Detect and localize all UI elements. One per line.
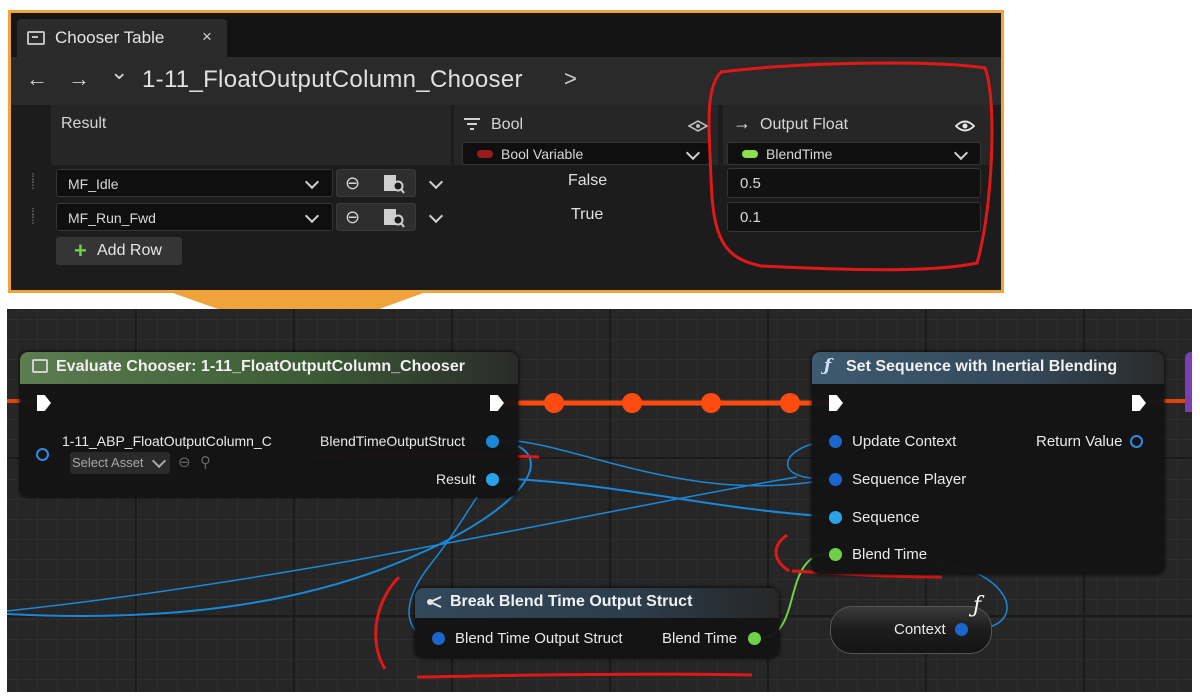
search-icon[interactable]: ⚲ (200, 453, 211, 471)
chevron-down-icon (304, 208, 320, 224)
set-sequence-node[interactable]: ƒ Set Sequence with Inertial Blending Up… (812, 352, 1164, 574)
result-asset-label: MF_Run_Fwd (68, 210, 156, 226)
row-drag-handle-icon[interactable]: ⁞ ⁞ (31, 171, 41, 195)
use-selected-icon[interactable]: ⊖ (178, 453, 191, 471)
sequence-player-pin[interactable] (829, 473, 842, 486)
exec-in-pin[interactable] (37, 395, 51, 411)
return-value-label: Return Value (1036, 433, 1123, 450)
update-context-label: Update Context (852, 433, 957, 450)
add-row-label: Add Row (97, 242, 162, 259)
context-output-pin[interactable] (955, 623, 968, 636)
update-context-pin[interactable] (829, 435, 842, 448)
tab-chooser-table[interactable]: Chooser Table × (17, 19, 227, 57)
context-label: 1-11_ABP_FloatOutputColumn_C (62, 433, 272, 449)
pure-function-icon: ƒ (973, 593, 982, 618)
result-pin[interactable] (486, 473, 499, 486)
evaluate-node-title: Evaluate Chooser: 1-11_FloatOutputColumn… (56, 358, 465, 375)
asset-path: 1-11_FloatOutputColumn_Chooser (142, 66, 523, 93)
annotation-circle (707, 61, 994, 272)
sequence-player-label: Sequence Player (852, 471, 967, 488)
break-struct-icon (427, 594, 443, 615)
set-sequence-title: Set Sequence with Inertial Blending (846, 358, 1118, 375)
return-value-pin[interactable] (1130, 435, 1143, 448)
tab-label: Chooser Table (55, 28, 165, 47)
exec-in-pin[interactable] (829, 395, 843, 411)
select-asset-dropdown[interactable]: Select Asset (70, 452, 170, 474)
row-asset-actions: ⊖ (336, 169, 416, 197)
result-label: Result (436, 471, 476, 487)
result-asset-dropdown[interactable]: MF_Run_Fwd (56, 203, 333, 231)
result-column-header: Result (51, 105, 451, 165)
node-header[interactable]: Evaluate Chooser: 1-11_FloatOutputColumn… (20, 352, 518, 384)
offscreen-node-edge (1185, 352, 1192, 412)
chevron-down-icon (304, 174, 320, 190)
blueprint-graph[interactable]: Evaluate Chooser: 1-11_FloatOutputColumn… (7, 309, 1192, 692)
node-header[interactable]: Break Blend Time Output Struct (415, 588, 779, 618)
bool-cell[interactable]: True (571, 206, 603, 224)
browse-asset-icon[interactable] (383, 208, 405, 233)
chooser-table-window: Chooser Table × ← → ⌄ 1-11_FloatOutputCo… (8, 10, 1004, 293)
struct-input-pin[interactable] (432, 632, 445, 645)
function-icon: ƒ (824, 356, 832, 376)
evaluate-chooser-node[interactable]: Evaluate Chooser: 1-11_FloatOutputColumn… (20, 352, 518, 497)
result-asset-label: MF_Idle (68, 176, 119, 192)
row-expand-chevron-icon[interactable] (428, 174, 444, 190)
context-node[interactable]: Context ƒ (830, 593, 992, 654)
close-icon[interactable]: × (202, 27, 212, 47)
chevron-down-icon (685, 145, 701, 161)
node-header[interactable]: ƒ Set Sequence with Inertial Blending (812, 352, 1164, 384)
result-asset-dropdown[interactable]: MF_Idle (56, 169, 333, 197)
context-node-label: Context (894, 621, 946, 638)
add-row-button[interactable]: + Add Row (56, 237, 182, 265)
history-dropdown-icon[interactable]: ⌄ (110, 59, 128, 85)
exec-out-pin[interactable] (490, 395, 504, 411)
chevron-right-icon[interactable]: > (564, 66, 577, 92)
browse-asset-icon[interactable] (383, 174, 405, 199)
blend-time-label: Blend Time (852, 546, 928, 563)
result-header-label: Result (61, 115, 107, 132)
bool-header-label: Bool (491, 116, 524, 133)
bool-variable-dropdown[interactable]: Bool Variable (462, 142, 710, 165)
output-struct-label: BlendTimeOutputStruct (320, 433, 465, 449)
sequence-label: Sequence (852, 509, 920, 526)
filter-icon (464, 117, 480, 130)
context-input-pin[interactable] (36, 448, 49, 461)
use-selected-icon[interactable]: ⊖ (345, 207, 360, 228)
row-expand-chevron-icon[interactable] (428, 208, 444, 224)
blend-time-input-pin[interactable] (829, 548, 842, 561)
select-asset-label: Select Asset (72, 455, 144, 470)
break-struct-node[interactable]: Break Blend Time Output Struct Blend Tim… (415, 588, 779, 658)
back-arrow-icon[interactable]: ← (26, 66, 48, 92)
row-drag-handle-icon[interactable]: ⁞ ⁞ (31, 206, 41, 230)
use-selected-icon[interactable]: ⊖ (345, 173, 360, 194)
output-struct-pin[interactable] (486, 435, 499, 448)
sequence-pin[interactable] (829, 511, 842, 524)
bool-cell[interactable]: False (568, 172, 607, 190)
chooser-table-panel: Chooser Table × ← → ⌄ 1-11_FloatOutputCo… (11, 13, 1001, 290)
function-node-icon (32, 359, 48, 373)
plus-icon: + (74, 238, 87, 263)
tab-bar: Chooser Table × (11, 13, 1001, 57)
bool-variable-label: Bool Variable (501, 146, 584, 162)
struct-input-label: Blend Time Output Struct (455, 630, 623, 647)
exec-out-pin[interactable] (1132, 395, 1146, 411)
bool-type-pill (477, 150, 493, 158)
row-asset-actions: ⊖ (336, 203, 416, 231)
chevron-down-icon (151, 453, 167, 469)
blend-time-output-label: Blend Time (662, 630, 738, 647)
bool-column-header: Bool Bool Variable (454, 105, 718, 165)
chooser-table-icon (27, 31, 45, 45)
break-struct-title: Break Blend Time Output Struct (450, 593, 693, 610)
forward-arrow-icon[interactable]: → (68, 66, 90, 92)
blend-time-output-pin[interactable] (748, 632, 761, 645)
